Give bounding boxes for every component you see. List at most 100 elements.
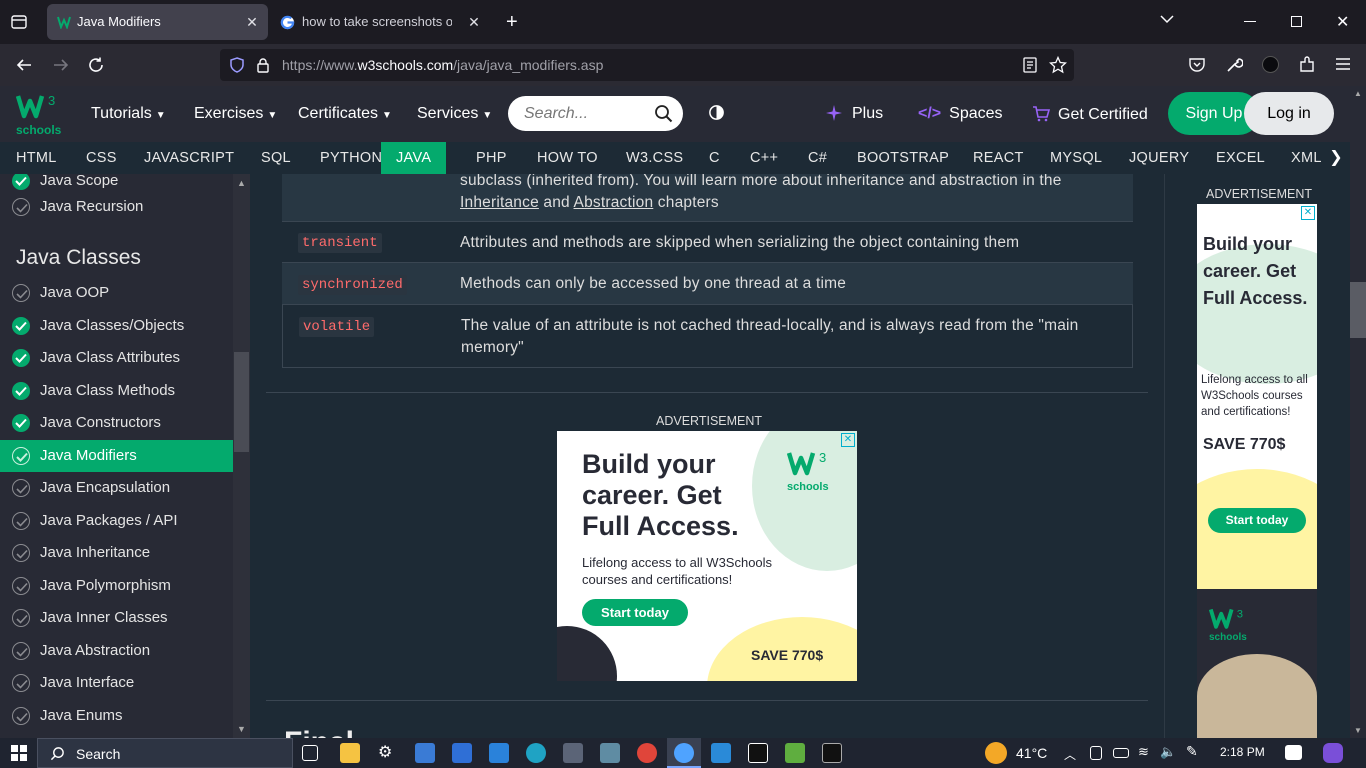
tab-list-icon[interactable] (10, 13, 28, 31)
start-today-button[interactable]: Start today (582, 599, 688, 626)
certificates-menu[interactable]: Certificates ▼ (298, 105, 392, 123)
firefox-taskbar-button[interactable] (667, 738, 701, 768)
terminal-icon[interactable] (822, 743, 842, 763)
abstraction-link[interactable]: Abstraction (574, 194, 654, 211)
sidebar-item-java-inner-classes[interactable]: Java Inner Classes (0, 602, 233, 634)
profile-avatar-icon[interactable] (1262, 56, 1279, 73)
node-icon[interactable] (785, 743, 805, 763)
sidebar-item-java-class-methods[interactable]: Java Class Methods (0, 375, 233, 407)
page-scrollbar[interactable]: ▲ ▼ (1350, 86, 1366, 738)
camera-icon[interactable] (1090, 746, 1102, 760)
sidebar-item-java-polymorphism[interactable]: Java Polymorphism (0, 570, 233, 602)
mail-icon[interactable] (489, 743, 509, 763)
subnav-c++[interactable]: C++ (750, 142, 778, 174)
subnav-css[interactable]: CSS (86, 142, 117, 174)
subnav-jquery[interactable]: JQUERY (1129, 142, 1189, 174)
file-explorer-icon[interactable] (340, 743, 360, 763)
search-input[interactable]: Search... (508, 96, 683, 131)
tab-java-modifiers[interactable]: Java Modifiers ✕ (47, 4, 268, 40)
restore-icon[interactable] (1291, 16, 1302, 27)
page-scroll-thumb[interactable] (1350, 282, 1366, 338)
w3schools-logo[interactable]: 3 schools (16, 92, 61, 138)
subnav-w3-css[interactable]: W3.CSS (626, 142, 683, 174)
inheritance-link[interactable]: Inheritance (460, 194, 539, 211)
forward-icon[interactable] (52, 56, 70, 74)
search-icon[interactable] (654, 104, 673, 123)
weather-icon[interactable] (985, 742, 1007, 764)
settings-gear-icon[interactable]: ⚙ (378, 742, 398, 762)
sidebar-item-java-modifiers[interactable]: Java Modifiers (0, 439, 233, 472)
close-tab-icon[interactable]: ✕ (242, 12, 262, 32)
subnav-php[interactable]: PHP (476, 142, 507, 174)
pen-icon[interactable]: ✎ (1186, 743, 1206, 763)
back-icon[interactable] (15, 56, 33, 74)
services-menu[interactable]: Services ▼ (417, 105, 492, 123)
subnav-python[interactable]: PYTHON (320, 142, 382, 174)
lock-icon[interactable] (256, 57, 270, 73)
sidebar-item-java-encapsulation[interactable]: Java Encapsulation (0, 472, 233, 504)
wrench-icon[interactable] (1225, 56, 1243, 74)
calculator-icon[interactable] (563, 743, 583, 763)
subnav-how-to[interactable]: HOW TO (537, 142, 598, 174)
window-close-icon[interactable]: ✕ (1336, 12, 1349, 32)
subnav-c#[interactable]: C# (808, 142, 827, 174)
spaces-link[interactable]: </> Spaces (918, 105, 1003, 123)
ad-close-icon[interactable]: ✕ (1301, 206, 1315, 220)
contacts-app-icon[interactable] (415, 743, 435, 763)
windows-start-icon[interactable] (11, 745, 27, 761)
minimize-icon[interactable] (1244, 21, 1256, 22)
sidebar-item-java-oop[interactable]: Java OOP (0, 277, 233, 309)
sidebar-item-java-recursion[interactable]: Java Recursion (0, 191, 233, 223)
log-in-button[interactable]: Log in (1244, 92, 1334, 135)
volume-icon[interactable]: 🔈 (1160, 744, 1180, 764)
list-all-tabs-icon[interactable] (1160, 14, 1174, 24)
sidebar-item-java-enums[interactable]: Java Enums (0, 700, 233, 732)
sidebar-item-java-class-attributes[interactable]: Java Class Attributes (0, 342, 233, 374)
scroll-up-icon[interactable]: ▲ (1354, 89, 1362, 98)
sidebar-item-java-constructors[interactable]: Java Constructors (0, 407, 233, 439)
sidebar-item-java-abstraction[interactable]: Java Abstraction (0, 635, 233, 667)
sidebar-scroll-thumb[interactable] (234, 352, 249, 452)
subnav-xml[interactable]: XML (1291, 142, 1322, 174)
scroll-up-icon[interactable]: ▲ (237, 178, 246, 188)
extensions-icon[interactable] (1298, 56, 1316, 74)
battery-icon[interactable] (1113, 748, 1129, 758)
sidebar-item-java-interface[interactable]: Java Interface (0, 667, 233, 699)
notepad-icon[interactable] (600, 743, 620, 763)
reload-icon[interactable] (87, 56, 105, 74)
store-icon[interactable] (452, 743, 472, 763)
vscode-icon[interactable] (711, 743, 731, 763)
subnav-scroll-right-icon[interactable]: ❯ (1322, 142, 1350, 174)
subnav-excel[interactable]: EXCEL (1216, 142, 1265, 174)
app-menu-icon[interactable] (1335, 57, 1351, 71)
sidebar-item-java-classes-objects[interactable]: Java Classes/Objects (0, 310, 233, 342)
shield-icon[interactable] (229, 57, 245, 73)
notifications-icon[interactable] (1285, 745, 1302, 760)
new-tab-icon[interactable]: + (506, 11, 518, 34)
plus-link[interactable]: Plus (826, 105, 883, 123)
sidebar-item-java-packages-api[interactable]: Java Packages / API (0, 505, 233, 537)
tab-screenshots[interactable]: how to take screenshots on lapt ✕ (272, 4, 490, 40)
pocket-icon[interactable] (1188, 56, 1206, 74)
subnav-java[interactable]: JAVA (381, 142, 447, 174)
subnav-react[interactable]: REACT (973, 142, 1024, 174)
scroll-down-icon[interactable]: ▼ (1354, 726, 1362, 735)
subnav-sql[interactable]: SQL (261, 142, 291, 174)
exercises-menu[interactable]: Exercises ▼ (194, 105, 277, 123)
taskbar-search-box[interactable]: Search (37, 738, 293, 768)
scroll-down-icon[interactable]: ▼ (237, 724, 246, 734)
reader-view-icon[interactable] (1022, 57, 1038, 73)
sidebar-item-java-inheritance[interactable]: Java Inheritance (0, 537, 233, 569)
start-today-button[interactable]: Start today (1208, 508, 1306, 533)
close-tab-icon[interactable]: ✕ (464, 12, 484, 32)
tutorials-menu[interactable]: Tutorials ▼ (91, 105, 166, 123)
show-hidden-icons-icon[interactable]: ︿ (1064, 746, 1076, 763)
subnav-javascript[interactable]: JAVASCRIPT (144, 142, 234, 174)
subnav-c[interactable]: C (709, 142, 720, 174)
copilot-icon[interactable] (1323, 743, 1343, 763)
task-view-icon[interactable] (302, 745, 318, 761)
subnav-bootstrap[interactable]: BOOTSTRAP (857, 142, 949, 174)
address-bar[interactable]: https://www.w3schools.com/java/java_modi… (220, 49, 1074, 81)
bookmark-star-icon[interactable] (1049, 56, 1067, 74)
ad-banner[interactable]: Build your career. Get Full Access. Life… (557, 431, 857, 681)
